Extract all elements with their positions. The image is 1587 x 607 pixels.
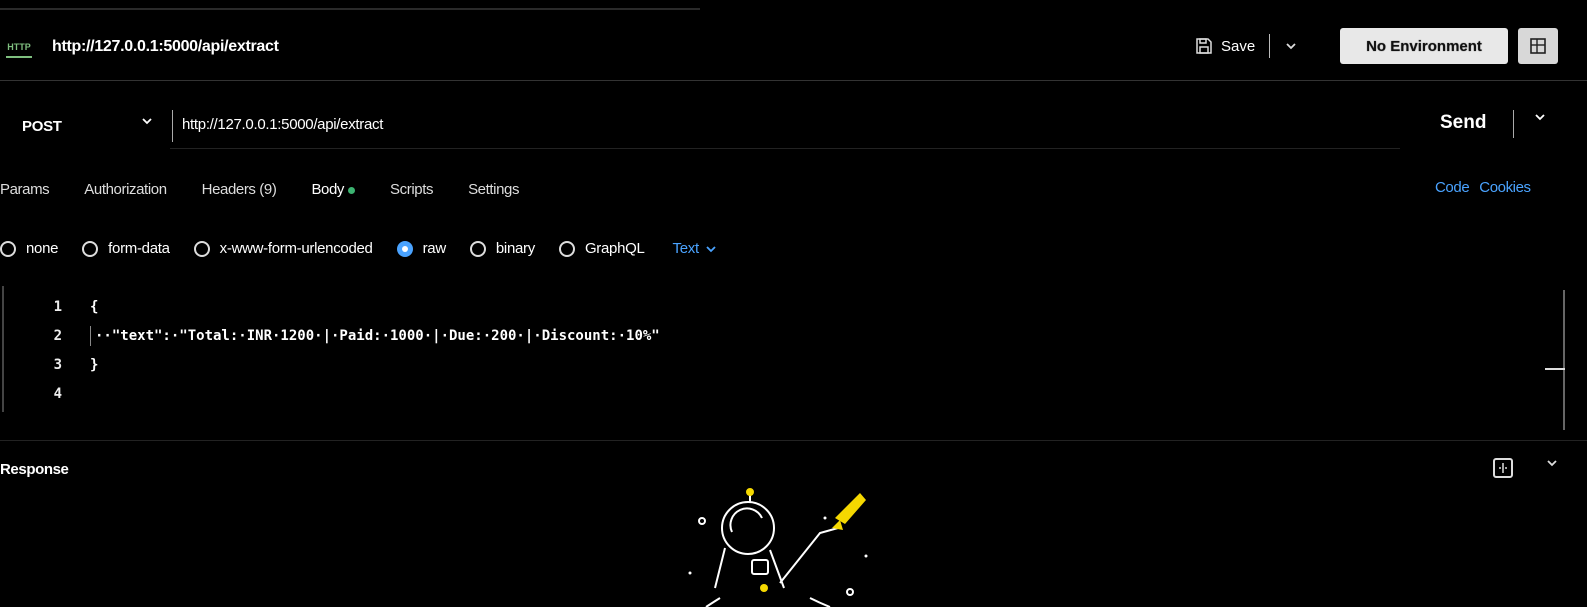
- body-active-dot: [348, 186, 356, 194]
- layout-toggle-icon[interactable]: [1493, 458, 1513, 478]
- editor-resize-handle[interactable]: [1545, 368, 1565, 370]
- side-links: Code Cookies: [1435, 179, 1531, 196]
- editor-edge: [2, 286, 4, 412]
- radio-graphql[interactable]: GraphQL: [558, 240, 645, 257]
- radio-label: GraphQL: [584, 240, 645, 257]
- http-request-icon: HTTP: [6, 40, 32, 58]
- environment-select[interactable]: No Environment: [1340, 28, 1508, 64]
- top-divider: [0, 8, 700, 10]
- cookies-link[interactable]: Cookies: [1479, 179, 1531, 196]
- code-line: 3 }: [40, 350, 660, 379]
- radio-form-data[interactable]: form-data: [82, 240, 170, 257]
- tab-body-label: Body: [311, 181, 345, 198]
- line-number: 2: [53, 327, 62, 344]
- code-text: ··"text":·"Total:·INR·1200·|·Paid:·1000·…: [95, 327, 660, 344]
- save-control: Save: [1195, 32, 1298, 60]
- code-link[interactable]: Code: [1435, 179, 1470, 196]
- response-divider[interactable]: [0, 440, 1587, 441]
- response-title: Response: [0, 461, 69, 478]
- environment-quick-look-icon[interactable]: [1518, 28, 1558, 64]
- code-text: }: [90, 356, 99, 373]
- tab-authorization[interactable]: Authorization: [84, 181, 167, 198]
- code-line: 4: [40, 379, 660, 408]
- tab-settings[interactable]: Settings: [468, 181, 519, 198]
- radio-circle[interactable]: [193, 240, 210, 257]
- code-text: {: [90, 298, 99, 315]
- method-chevron-down-icon[interactable]: [140, 114, 154, 133]
- tab-headers[interactable]: Headers (9): [202, 181, 277, 198]
- raw-format-select[interactable]: Text: [673, 240, 717, 257]
- radio-label: none: [26, 240, 59, 257]
- send-options-chevron-icon[interactable]: [1533, 110, 1547, 129]
- radio-label: raw: [422, 240, 447, 257]
- radio-label: x-www-form-urlencoded: [219, 240, 373, 257]
- radio-circle[interactable]: [558, 240, 575, 257]
- divider: [0, 80, 1587, 81]
- request-tab-title[interactable]: http://127.0.0.1:5000/api/extract: [52, 38, 279, 56]
- radio-raw[interactable]: raw: [396, 240, 447, 257]
- line-number: 3: [53, 356, 62, 373]
- request-tabs: Params Authorization Headers (9) Body Sc…: [0, 181, 554, 198]
- chevron-down-icon[interactable]: [1284, 39, 1298, 53]
- line-number: 4: [53, 385, 62, 402]
- url-input[interactable]: [182, 116, 882, 133]
- indent-guide: [90, 325, 91, 346]
- astronaut-rocket-illustration: [688, 488, 868, 607]
- response-collapse-chevron-icon[interactable]: [1545, 456, 1559, 475]
- save-button[interactable]: Save: [1221, 38, 1255, 55]
- radio-none[interactable]: none: [0, 240, 58, 257]
- tab-scripts[interactable]: Scripts: [390, 181, 433, 198]
- tab-body[interactable]: Body: [311, 181, 356, 198]
- radio-circle[interactable]: [0, 240, 16, 257]
- code-line: 2 ··"text":·"Total:·INR·1200·|·Paid:·100…: [40, 321, 660, 350]
- save-separator: [1269, 34, 1271, 58]
- url-separator: [172, 110, 173, 142]
- tab-params[interactable]: Params: [0, 181, 50, 198]
- body-type-options: none form-data x-www-form-urlencoded raw…: [0, 240, 717, 257]
- chevron-down-icon: [706, 245, 716, 252]
- send-button[interactable]: Send: [1440, 112, 1486, 134]
- radio-binary[interactable]: binary: [469, 240, 535, 257]
- radio-circle-selected[interactable]: [396, 240, 413, 257]
- editor-scrollbar[interactable]: [1563, 290, 1565, 430]
- radio-label: binary: [495, 240, 535, 257]
- radio-label: form-data: [108, 240, 170, 257]
- radio-circle[interactable]: [82, 240, 99, 257]
- body-code-editor[interactable]: 1 { 2 ··"text":·"Total:·INR·1200·|·Paid:…: [40, 292, 660, 408]
- raw-format-label: Text: [672, 240, 700, 257]
- radio-circle[interactable]: [469, 240, 486, 257]
- save-icon[interactable]: [1195, 37, 1213, 55]
- send-separator: [1513, 110, 1514, 138]
- code-line: 1 {: [40, 292, 660, 321]
- line-number: 1: [53, 298, 62, 315]
- url-underline: [170, 148, 1400, 149]
- method-select[interactable]: POST: [22, 118, 62, 135]
- radio-x-www-form-urlencoded[interactable]: x-www-form-urlencoded: [193, 240, 373, 257]
